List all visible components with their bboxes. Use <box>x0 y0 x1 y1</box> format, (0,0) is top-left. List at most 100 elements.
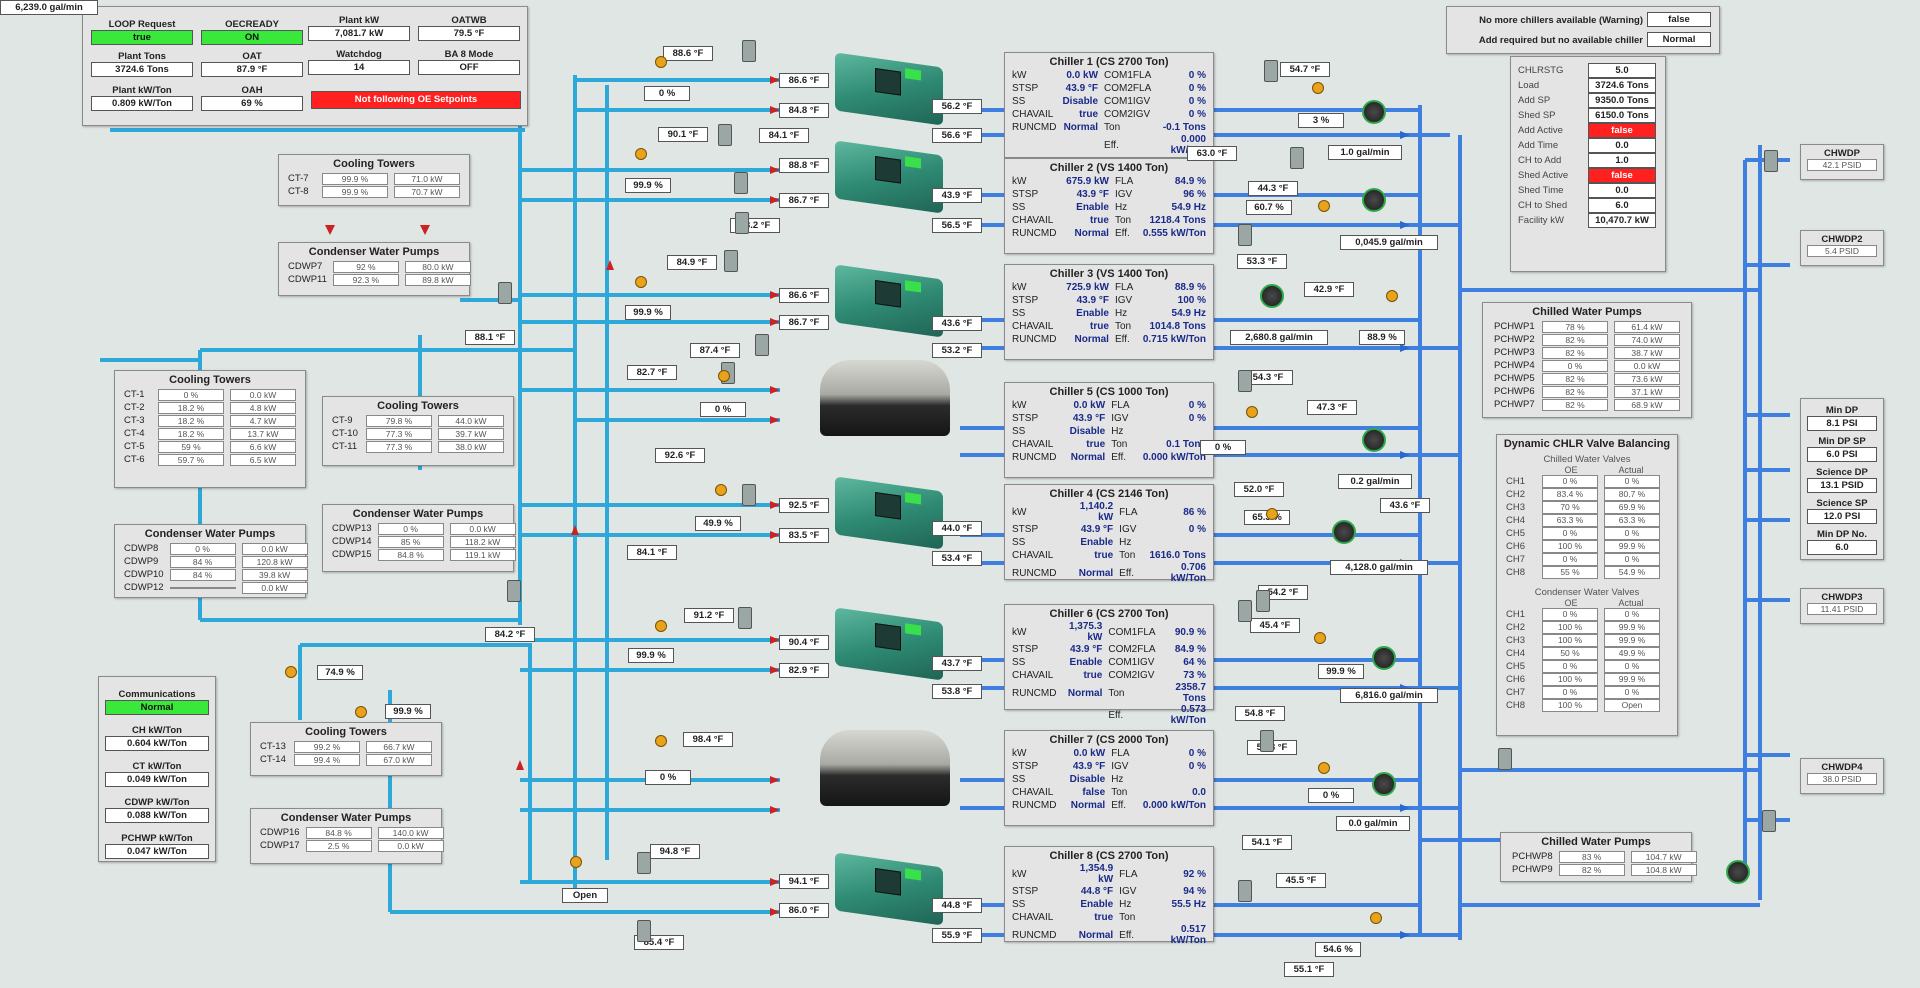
param-value: 92 % <box>1183 868 1206 880</box>
param-label: CHAVAIL <box>1012 439 1054 450</box>
condenser-pumps-c-title: Condenser Water Pumps <box>352 508 484 520</box>
valve-actuator-icon[interactable] <box>655 56 667 68</box>
temperature-readout: 90.4 °F <box>779 635 829 650</box>
chiller-row: RUNCMD Normal Eff. 0.517 kW/Ton <box>1009 924 1209 946</box>
param-value: true <box>1079 109 1099 120</box>
valve-actuator-icon[interactable] <box>1318 762 1330 774</box>
valve-actuator-icon[interactable] <box>1314 632 1326 644</box>
equipment-name: CDWP8 <box>124 543 159 554</box>
valve-actuator-icon[interactable] <box>655 620 667 632</box>
param-label: Hz <box>1119 899 1132 910</box>
valve-actuator-icon[interactable] <box>1386 290 1398 302</box>
power-value: 71.0 kW <box>394 172 460 185</box>
param-value: true <box>1083 670 1103 681</box>
sensor-icon <box>1238 880 1252 902</box>
table-row: CDWP13 0 % 0.0 kW <box>329 522 519 535</box>
temperature-readout: 54.7 °F <box>1280 62 1330 77</box>
temperature-readout: 43.6 °F <box>932 316 982 331</box>
valve-chiller: CH8 <box>1506 700 1526 711</box>
sensor-icon <box>1260 730 1274 752</box>
valve-row: CH7 0 % 0 % <box>1503 686 1663 699</box>
speed-value: 59.7 % <box>158 453 224 466</box>
param-value: 0.573 kW/Ton <box>1170 704 1206 726</box>
pump-icon[interactable] <box>1372 772 1396 796</box>
chiller-title: Chiller 3 (VS 1400 Ton) <box>1049 268 1169 280</box>
flow-readout: 0.0 gal/min <box>1336 816 1410 831</box>
staging-row: Add Active false <box>1515 123 1659 138</box>
valve-actuator-icon[interactable] <box>635 276 647 288</box>
valve-actuator-icon[interactable] <box>570 856 582 868</box>
valve-actuator-icon[interactable] <box>1312 82 1324 94</box>
valve-chiller: CH3 <box>1506 502 1526 513</box>
param-label: IGV <box>1119 886 1137 897</box>
temperature-readout: 55.1 °F <box>1284 962 1334 977</box>
power-value: 66.7 kW <box>366 740 432 753</box>
chilled-water-pumps-a: Chilled Water Pumps PCHWP1 78 % 61.4 kW PCH… <box>1482 302 1692 418</box>
valve-actual-value: 0 % <box>1604 553 1660 566</box>
staging-value: 6.0 <box>1588 198 1656 213</box>
chiller-row: STSP 43.9 °F COM2FLA 84.9 % <box>1009 643 1209 656</box>
valve-actuator-icon[interactable] <box>635 148 647 160</box>
chiller-row: SS Enable COM1IGV 64 % <box>1009 656 1209 669</box>
power-value: 118.2 kW <box>449 535 516 548</box>
valve-actuator-icon[interactable] <box>1246 406 1258 418</box>
science-dp-value: 13.1 PSID <box>1807 478 1877 493</box>
staging-row: Facility kW 10,470.7 kW <box>1515 213 1659 228</box>
chiller-row: STSP 43.9 °F COM2FLA 0 % <box>1009 82 1209 95</box>
speed-value: 84.8 % <box>377 548 444 561</box>
temperature-readout: Open <box>562 888 608 903</box>
chiller-title: Chiller 4 (CS 2146 Ton) <box>1049 488 1169 500</box>
param-label: RUNCMD <box>1012 228 1057 239</box>
equipment-name: CT-7 <box>288 173 309 184</box>
valve-actuator-icon[interactable] <box>1266 508 1278 520</box>
temperature-readout: 91.2 °F <box>684 608 734 623</box>
speed-value: 99.4 % <box>294 753 360 766</box>
valve-actuator-icon[interactable] <box>715 484 727 496</box>
sensor-icon <box>1238 600 1252 622</box>
valve-row: CH6 100 % 99.9 % <box>1503 540 1663 553</box>
valve-actuator-icon[interactable] <box>1318 200 1330 212</box>
power-value: 89.8 kW <box>404 273 471 286</box>
param-label: COM1IGV <box>1104 96 1151 107</box>
sensor-icon <box>1764 150 1778 172</box>
valve-actuator-icon[interactable] <box>285 666 297 678</box>
comms-status: Normal <box>105 700 209 715</box>
valve-chiller: CH1 <box>1506 476 1526 487</box>
table-row: CDWP10 84 % 39.8 kW <box>121 568 311 581</box>
pump-icon[interactable] <box>1372 646 1396 670</box>
valve-actuator-icon[interactable] <box>655 735 667 747</box>
pump-icon[interactable] <box>1362 428 1386 452</box>
pump-icon[interactable] <box>1362 100 1386 124</box>
sensor-icon <box>1238 370 1252 392</box>
science-sp-label: Science SP <box>1816 498 1868 509</box>
power-value: 0.0 kW <box>1614 359 1680 372</box>
valve-actuator-icon[interactable] <box>1370 912 1382 924</box>
power-value: 39.7 kW <box>438 427 504 440</box>
chiller-row: CHAVAIL true Ton <box>1009 911 1209 924</box>
staging-value: false <box>1588 168 1656 183</box>
chiller-unit-icon[interactable] <box>820 730 950 806</box>
equipment-name: CT-13 <box>260 741 286 752</box>
pump-icon[interactable] <box>1260 284 1284 308</box>
chiller-unit-icon[interactable] <box>820 360 950 436</box>
sensor-icon <box>498 282 512 304</box>
param-value: 1,354.9 kW <box>1079 863 1114 885</box>
sensor-icon <box>724 250 738 272</box>
pump-icon[interactable] <box>1332 520 1356 544</box>
pump-icon[interactable] <box>1726 860 1750 884</box>
param-label: COM2IGV <box>1108 670 1155 681</box>
valve-actuator-icon[interactable] <box>718 370 730 382</box>
valve-position-readout: 0 % <box>1308 788 1354 803</box>
param-label: Eff. <box>1108 709 1124 721</box>
temperature-readout: 98.4 °F <box>683 732 733 747</box>
param-label: SS <box>1012 537 1026 548</box>
pump-icon[interactable] <box>1362 188 1386 212</box>
valve-actuator-icon[interactable] <box>355 706 367 718</box>
plant-kw-label: Plant kW <box>338 15 380 26</box>
table-row: CDWP11 92.3 % 89.8 kW <box>285 273 474 286</box>
temperature-readout: 84.8 °F <box>779 103 829 118</box>
speed-value: 77.3 % <box>366 427 432 440</box>
param-value: Enable <box>1080 899 1114 910</box>
ba-mode-value: OFF <box>418 60 520 75</box>
speed-value: 99.2 % <box>294 740 360 753</box>
